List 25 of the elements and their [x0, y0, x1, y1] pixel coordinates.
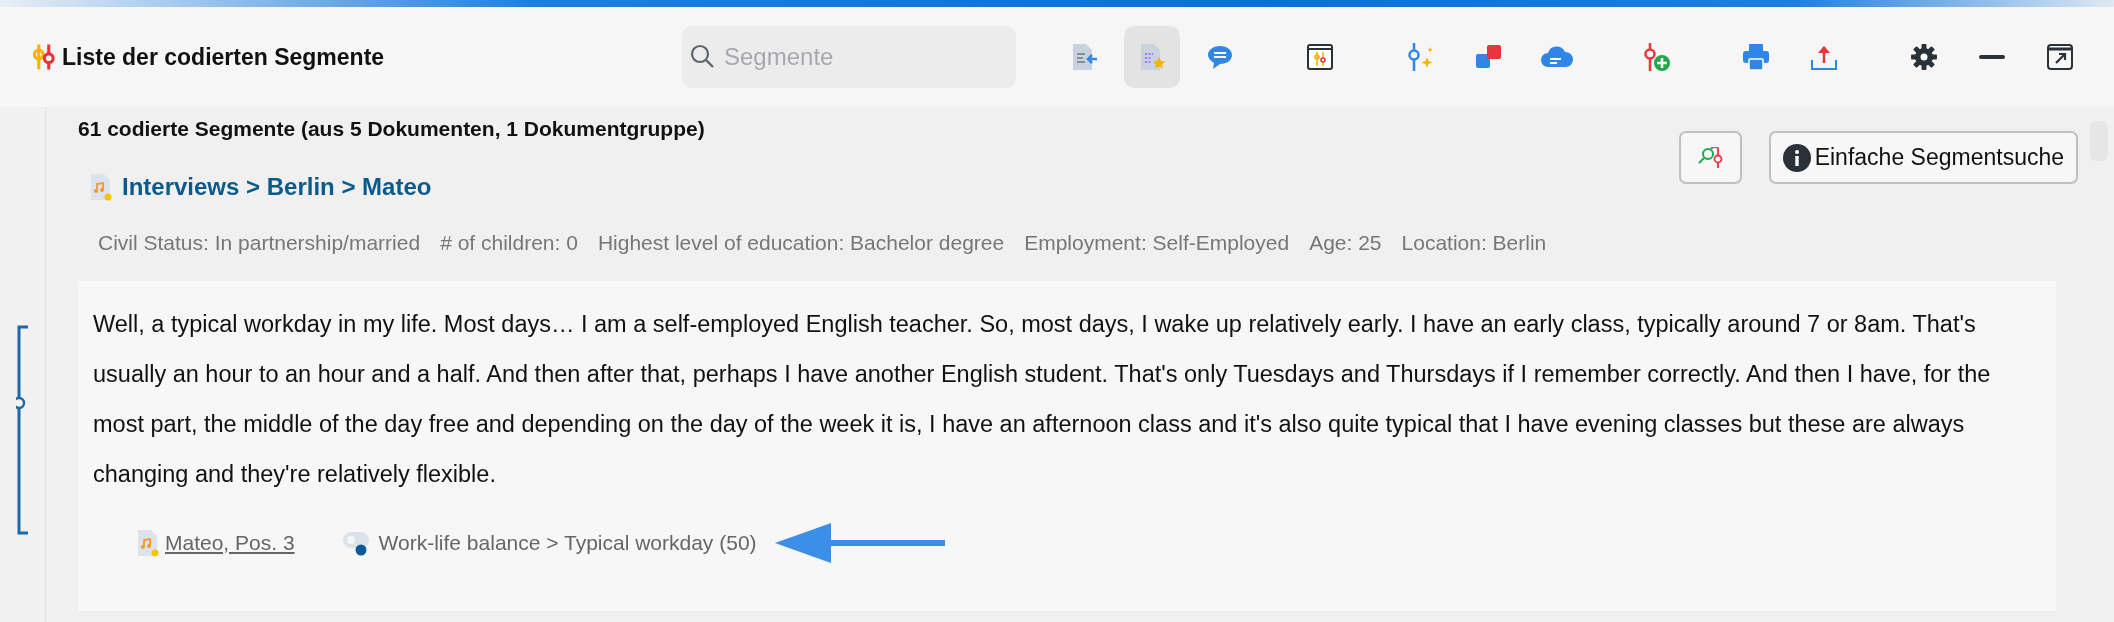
search-field[interactable]: Segmente	[682, 26, 1016, 88]
simple-search-button[interactable]: Einfache Segmentsuche	[1768, 131, 2078, 184]
minimize-icon	[1979, 54, 2005, 60]
document-attribute: # of children: 0	[440, 231, 578, 255]
document-attribute: Location: Berlin	[1401, 231, 1547, 255]
code-path: Work-life balance > Typical workday (50)	[378, 531, 757, 555]
info-icon	[1782, 143, 1811, 172]
document-path[interactable]: Interviews > Berlin > Mateo	[122, 173, 432, 201]
audio-document-icon	[90, 173, 112, 201]
segment-text: Well, a typical workday in my life. Most days… I am a self-employed English teacher. So, most days, I wake up relatively early. I have an early class, typically around 7 or 8am. That's usually an hour to an hour and a half. And then after that, perhaps I have another English student. That's only Tuesdays and Thursdays if I remember correctly. And then I have, for the most part, the middle of the day free and depending on the day of the week it is, I have an afternoon class and it's also quite typical that I have evening classes but these are always changing and they're relatively flexible.	[93, 310, 1992, 489]
window-title: Liste der codierten Segmente	[62, 43, 385, 71]
search-code-icon	[1697, 146, 1723, 169]
source-link[interactable]: Mateo, Pos. 3	[165, 531, 295, 555]
settings-icon	[1910, 43, 1938, 71]
document-attribute: Employment: Self-Employed	[1024, 231, 1290, 255]
segment-summary: 61 codierte Segmente (aus 5 Dokumenten, 1 Dokumentgruppe)	[78, 117, 705, 141]
code-window-icon	[1305, 42, 1335, 72]
audio-document-icon	[137, 529, 159, 557]
document-attribute: Age: 25	[1309, 231, 1382, 255]
print-icon	[1741, 42, 1771, 72]
popout-icon	[2046, 43, 2074, 71]
document-attribute: Civil Status: In partnership/married	[98, 231, 421, 255]
document-attribute: Highest level of education: Bachelor degree	[597, 231, 1005, 255]
search-icon	[689, 43, 715, 69]
code-search-button[interactable]	[1678, 131, 1742, 184]
